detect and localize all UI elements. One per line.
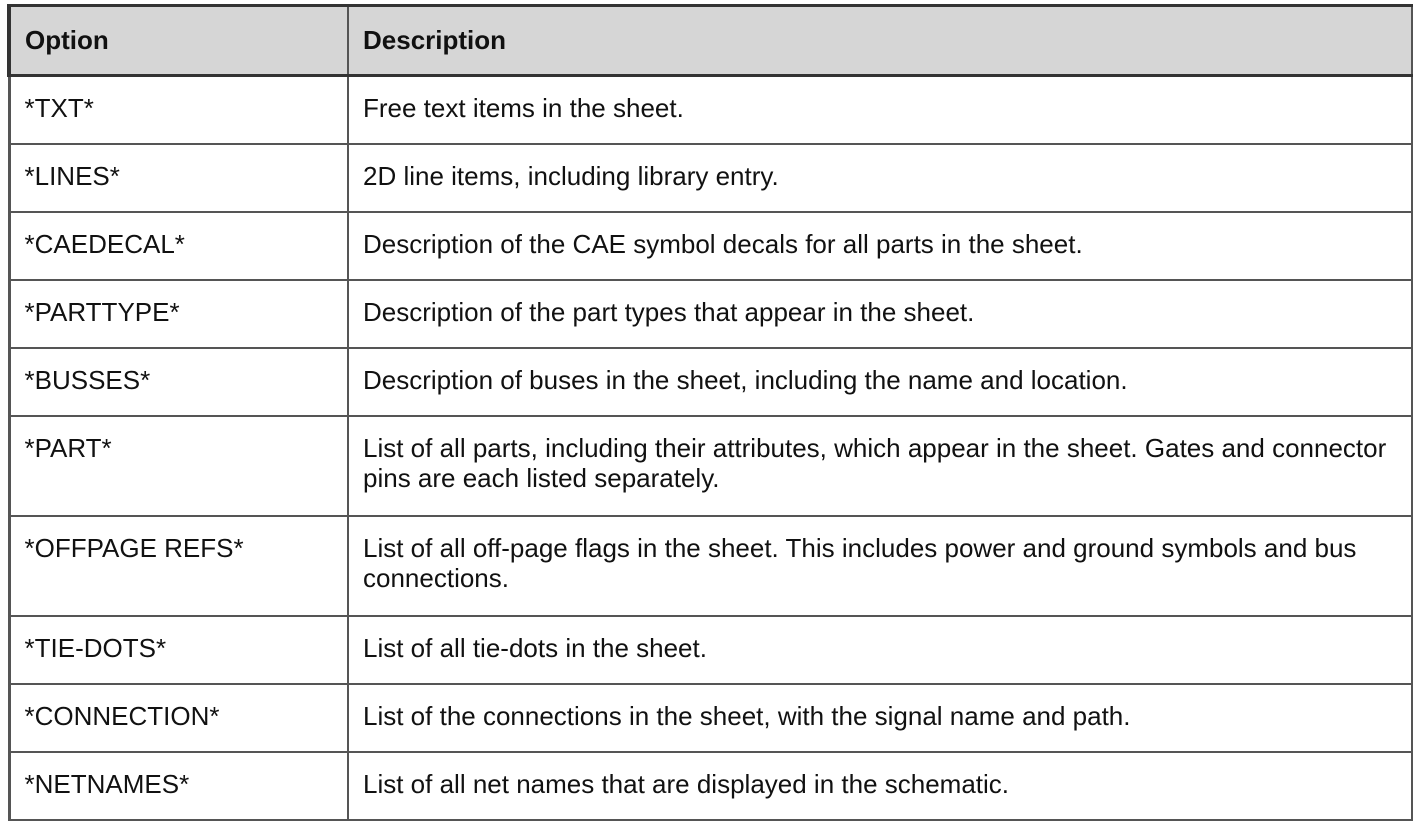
table-header-row: Option Description bbox=[7, 4, 1413, 77]
table-row: *NETNAMES* List of all net names that ar… bbox=[7, 750, 1413, 821]
option-cell: *CAEDECAL* bbox=[7, 210, 349, 281]
description-cell: List of all off-page flags in the sheet.… bbox=[347, 514, 1413, 617]
description-cell: Description of buses in the sheet, inclu… bbox=[347, 346, 1413, 417]
option-cell: *OFFPAGE REFS* bbox=[7, 514, 349, 617]
column-header-option: Option bbox=[7, 4, 349, 77]
option-cell: *LINES* bbox=[7, 142, 349, 213]
description-cell: List of the connections in the sheet, wi… bbox=[347, 682, 1413, 753]
table-row: *LINES* 2D line items, including library… bbox=[7, 142, 1413, 213]
table-row: *PART* List of all parts, including thei… bbox=[7, 414, 1413, 517]
option-cell: *PARTTYPE* bbox=[7, 278, 349, 349]
description-cell: Description of the CAE symbol decals for… bbox=[347, 210, 1413, 281]
option-cell: *TIE-DOTS* bbox=[7, 614, 349, 685]
table-row: *TXT* Free text items in the sheet. bbox=[7, 74, 1413, 145]
table-row: *TIE-DOTS* List of all tie-dots in the s… bbox=[7, 614, 1413, 685]
options-table: Option Description *TXT* Free text items… bbox=[7, 4, 1413, 821]
description-cell: List of all tie-dots in the sheet. bbox=[347, 614, 1413, 685]
option-cell: *PART* bbox=[7, 414, 349, 517]
option-cell: *TXT* bbox=[7, 74, 349, 145]
option-cell: *NETNAMES* bbox=[7, 750, 349, 821]
description-cell: List of all parts, including their attri… bbox=[347, 414, 1413, 517]
description-cell: 2D line items, including library entry. bbox=[347, 142, 1413, 213]
description-cell: Description of the part types that appea… bbox=[347, 278, 1413, 349]
options-table-container: Option Description *TXT* Free text items… bbox=[7, 4, 1413, 821]
table-row: *PARTTYPE* Description of the part types… bbox=[7, 278, 1413, 349]
table-row: *BUSSES* Description of buses in the she… bbox=[7, 346, 1413, 417]
table-row: *CAEDECAL* Description of the CAE symbol… bbox=[7, 210, 1413, 281]
description-cell: List of all net names that are displayed… bbox=[347, 750, 1413, 821]
option-cell: *CONNECTION* bbox=[7, 682, 349, 753]
table-row: *OFFPAGE REFS* List of all off-page flag… bbox=[7, 514, 1413, 617]
description-cell: Free text items in the sheet. bbox=[347, 74, 1413, 145]
column-header-description: Description bbox=[347, 4, 1413, 77]
table-row: *CONNECTION* List of the connections in … bbox=[7, 682, 1413, 753]
option-cell: *BUSSES* bbox=[7, 346, 349, 417]
